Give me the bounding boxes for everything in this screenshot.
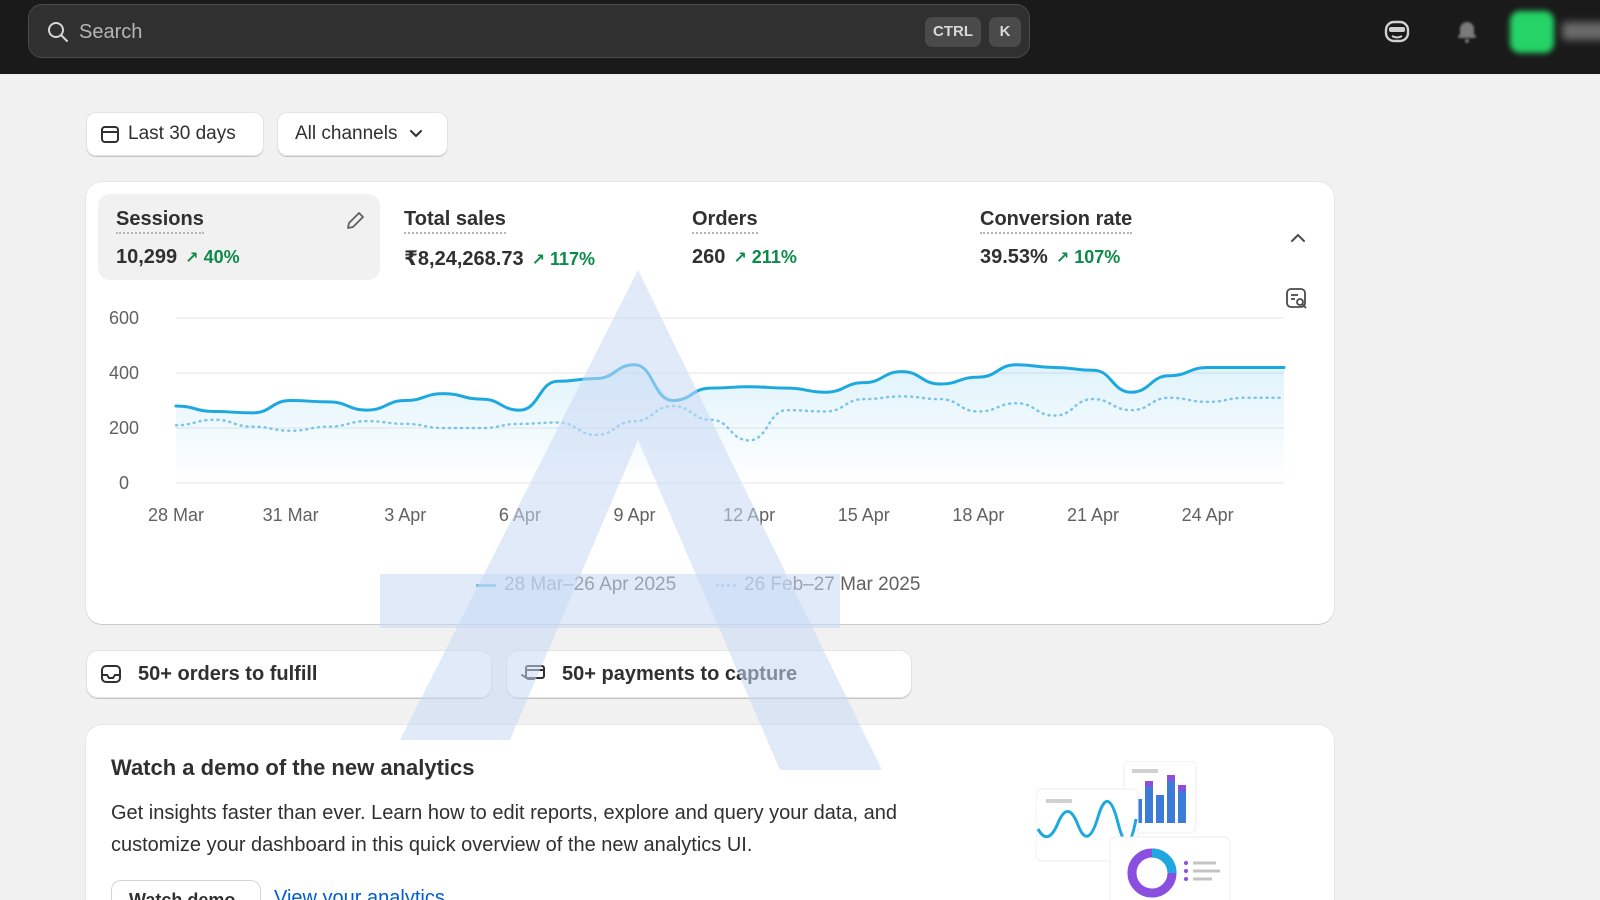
metric-total-sales[interactable]: Total sales ₹8,24,268.73 ↗ 117% [386, 194, 668, 280]
x-tick-label: 3 Apr [384, 505, 426, 525]
metric-sessions[interactable]: Sessions 10,299 ↗ 40% [98, 194, 380, 280]
metric-value-text: 39.53% [980, 246, 1048, 268]
view-analytics-link[interactable]: View your analytics [274, 887, 445, 900]
task-label: 50+ payments to capture [562, 662, 798, 685]
avatar[interactable] [1510, 11, 1554, 53]
chevron-up-icon[interactable] [1286, 226, 1310, 250]
sessions-line-chart: 600 400 200 0 28 Mar 31 Mar 3 Apr 6 Apr 9 Apr 12 … [109, 308, 1286, 525]
metric-value-text: 10,299 [116, 246, 178, 268]
store-name[interactable] [1562, 22, 1600, 40]
y-tick-label: 200 [109, 418, 139, 438]
metric-value-text: 260 [692, 246, 726, 268]
sidekick-icon[interactable] [1382, 16, 1412, 46]
date-range-button[interactable]: Last 30 days [86, 112, 264, 156]
metric-label: Conversion rate [980, 208, 1133, 234]
metric-delta-text: 107% [1074, 247, 1121, 267]
date-range-label: Last 30 days [128, 123, 236, 144]
y-tick-label: 600 [109, 308, 139, 328]
inbox-icon [101, 665, 121, 683]
metric-value: ₹8,24,268.73 ↗ 117% [404, 246, 595, 271]
demo-description: Get insights faster than ever. Learn how… [111, 802, 898, 856]
x-tick-label: 12 Apr [723, 505, 775, 525]
search-icon [48, 22, 68, 42]
x-tick-label: 18 Apr [952, 505, 1004, 525]
legend-label: 28 Mar–26 Apr 2025 [504, 574, 677, 595]
payments-to-capture-button[interactable]: 50+ payments to capture [506, 650, 912, 698]
chevron-down-icon [410, 130, 423, 138]
legend-solid-swatch [476, 583, 496, 587]
analytics-card: Sessions 10,299 ↗ 40% Total sales ₹8,24,2… [86, 182, 1334, 624]
analytics-demo-card: Watch a demo of the new analytics Get in… [86, 725, 1334, 900]
payment-icon [521, 665, 545, 680]
metric-label: Orders [692, 208, 758, 234]
edit-pencil-icon[interactable] [344, 210, 366, 232]
channels-dropdown[interactable]: All channels [277, 112, 448, 156]
metric-delta-text: 117% [550, 249, 596, 269]
top-bar: Search CTRL K [0, 0, 1600, 74]
y-tick-label: 400 [109, 363, 139, 383]
series-area-current [176, 364, 1284, 483]
orders-to-fulfill-button[interactable]: 50+ orders to fulfill [86, 650, 492, 698]
search-placeholder: Search [79, 21, 143, 43]
calendar-icon [101, 126, 119, 143]
metric-label: Total sales [404, 208, 506, 234]
metric-delta: ↗ 211% [733, 247, 796, 267]
legend-item-current: 28 Mar–26 Apr 2025 [476, 574, 676, 596]
x-tick-label: 24 Apr [1182, 505, 1234, 525]
search-bar[interactable]: Search CTRL K [28, 4, 1030, 58]
metric-label: Sessions [116, 208, 204, 234]
shortcut-k-key: K [989, 17, 1021, 47]
y-tick-label: 0 [119, 473, 129, 493]
shortcut-ctrl-key: CTRL [925, 17, 981, 47]
x-tick-label: 28 Mar [148, 505, 204, 525]
analytics-illustration [1036, 761, 1231, 900]
trend-up-icon: ↗ [733, 250, 747, 267]
channels-label: All channels [295, 123, 398, 144]
legend-item-previous: 26 Feb–27 Mar 2025 [716, 574, 920, 596]
metric-delta: ↗ 107% [1056, 247, 1120, 267]
metric-value: 260 ↗ 211% [692, 246, 797, 269]
demo-title: Watch a demo of the new analytics [111, 755, 475, 780]
metric-conversion-rate[interactable]: Conversion rate 39.53% ↗ 107% [962, 194, 1262, 280]
trend-up-icon: ↗ [185, 250, 199, 267]
metric-value: 39.53% ↗ 107% [980, 246, 1120, 269]
task-label: 50+ orders to fulfill [138, 662, 318, 685]
x-tick-label: 6 Apr [499, 505, 541, 525]
x-tick-label: 9 Apr [613, 505, 655, 525]
metric-value-text: ₹8,24,268.73 [404, 248, 524, 270]
metric-delta-text: 211% [751, 247, 797, 267]
metric-delta: ↗ 117% [532, 249, 595, 269]
x-tick-label: 15 Apr [838, 505, 890, 525]
metric-delta: ↗ 40% [185, 247, 239, 267]
notification-bell-icon[interactable] [1452, 16, 1482, 46]
watch-demo-button[interactable]: Watch demo [111, 880, 261, 900]
legend-dotted-swatch [716, 583, 736, 587]
trend-up-icon: ↗ [1055, 250, 1070, 267]
trend-up-icon: ↗ [531, 252, 545, 269]
x-tick-label: 31 Mar [263, 505, 319, 525]
legend-label: 26 Feb–27 Mar 2025 [744, 574, 921, 595]
metric-value: 10,299 ↗ 40% [116, 246, 240, 269]
metric-orders[interactable]: Orders 260 ↗ 211% [674, 194, 956, 280]
metric-delta-text: 40% [203, 247, 240, 267]
x-tick-label: 21 Apr [1067, 505, 1119, 525]
